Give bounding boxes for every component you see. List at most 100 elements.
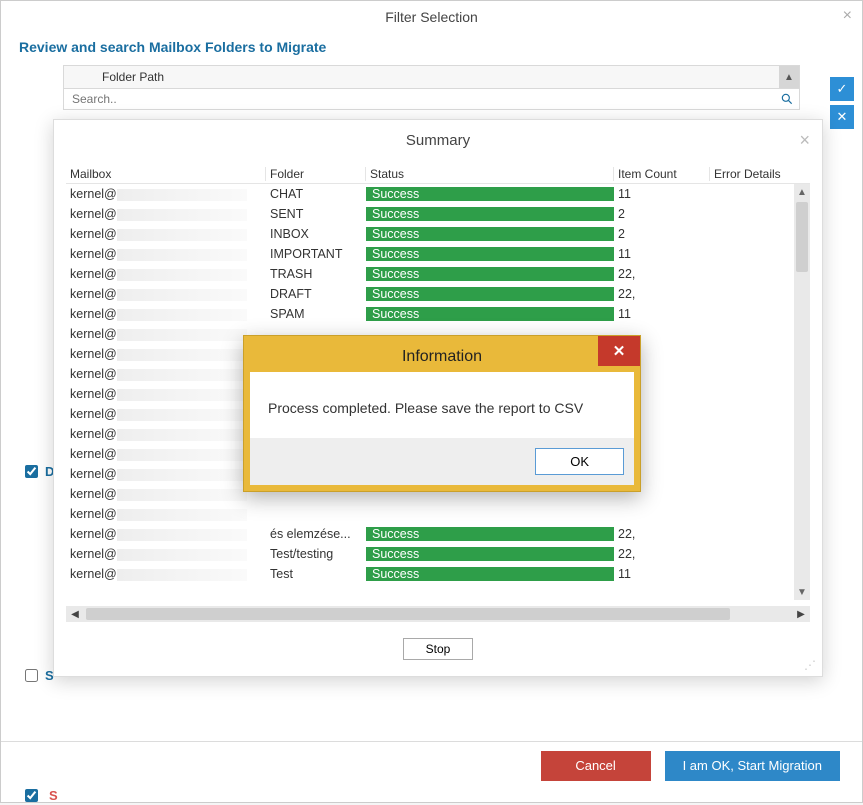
dialog-footer: Cancel I am OK, Start Migration	[1, 741, 862, 789]
cell-mailbox: kernel@	[66, 467, 266, 481]
cell-mailbox: kernel@	[66, 567, 266, 581]
cell-folder: és elemzése...	[266, 527, 366, 541]
summary-footer: Stop	[54, 622, 822, 676]
table-row[interactable]: kernel@SENTSuccess2	[66, 204, 810, 224]
cell-mailbox: kernel@	[66, 487, 266, 501]
cell-item-count: 22,	[614, 527, 710, 541]
resize-grip-icon[interactable]: ⋰	[804, 658, 816, 672]
cell-mailbox: kernel@	[66, 307, 266, 321]
close-icon[interactable]: ×	[799, 130, 810, 151]
summary-dialog-title: Summary	[406, 132, 470, 149]
column-header-mailbox[interactable]: Mailbox	[66, 167, 266, 181]
cell-item-count: 2	[614, 207, 710, 221]
table-row[interactable]: kernel@DRAFTSuccess22,	[66, 284, 810, 304]
summary-dialog-header: Summary ×	[54, 120, 822, 160]
cell-mailbox: kernel@	[66, 247, 266, 261]
cell-mailbox: kernel@	[66, 427, 266, 441]
table-row[interactable]: kernel@és elemzése...Success22,	[66, 524, 810, 544]
table-row[interactable]: kernel@SPAMSuccess11	[66, 304, 810, 324]
search-input[interactable]	[64, 89, 775, 109]
scrollbar-thumb[interactable]	[796, 202, 808, 272]
cell-folder: Test/testing	[266, 547, 366, 561]
close-icon[interactable]: ×	[843, 7, 852, 25]
information-message: Process completed. Please save the repor…	[268, 400, 583, 416]
cell-item-count: 11	[614, 187, 710, 201]
table-row[interactable]: kernel@CHATSuccess11	[66, 184, 810, 204]
folder-path-column-header[interactable]: Folder Path	[64, 70, 779, 84]
cell-status: Success	[366, 227, 614, 241]
check-all-icon[interactable]: ✓	[830, 77, 854, 101]
column-header-folder[interactable]: Folder	[266, 167, 366, 181]
review-title: Review and search Mailbox Folders to Mig…	[1, 33, 862, 65]
column-header-status[interactable]: Status	[366, 167, 614, 181]
cell-item-count: 2	[614, 227, 710, 241]
triangle-up-icon[interactable]: ▲	[779, 66, 799, 88]
table-row[interactable]: kernel@INBOXSuccess2	[66, 224, 810, 244]
cell-mailbox: kernel@	[66, 367, 266, 381]
scroll-left-icon[interactable]: ◀	[66, 606, 84, 622]
stop-button[interactable]: Stop	[403, 638, 474, 660]
cell-item-count: 11	[614, 247, 710, 261]
status-badge: Success	[366, 307, 614, 321]
folder-grid-header: Folder Path ▲	[63, 65, 800, 88]
cell-mailbox: kernel@	[66, 327, 266, 341]
information-dialog-footer: OK	[250, 438, 634, 485]
checkbox[interactable]	[25, 669, 38, 682]
filter-dialog-title: Filter Selection	[385, 9, 478, 25]
column-header-item-count[interactable]: Item Count	[614, 167, 710, 181]
ok-button[interactable]: OK	[535, 448, 624, 475]
cell-item-count: 22,	[614, 547, 710, 561]
summary-table-header-row: Mailbox Folder Status Item Count Error D…	[66, 164, 810, 184]
cell-status: Success	[366, 207, 614, 221]
close-icon[interactable]: ✕	[598, 336, 640, 366]
scroll-right-icon[interactable]: ▶	[792, 606, 810, 622]
checkbox[interactable]	[25, 789, 38, 802]
cell-mailbox: kernel@	[66, 387, 266, 401]
cell-folder: IMPORTANT	[266, 247, 366, 261]
cell-item-count: 22,	[614, 267, 710, 281]
clear-all-icon[interactable]: ✕	[830, 105, 854, 129]
cell-mailbox: kernel@	[66, 527, 266, 541]
scroll-up-icon[interactable]: ▲	[794, 184, 810, 200]
cell-status: Success	[366, 567, 614, 581]
scroll-down-icon[interactable]: ▼	[794, 584, 810, 600]
option-label: S	[49, 788, 349, 803]
status-badge: Success	[366, 247, 614, 261]
option-checkbox-s[interactable]: S	[21, 666, 54, 685]
cell-status: Success	[366, 527, 614, 541]
cell-status: Success	[366, 307, 614, 321]
vertical-scrollbar[interactable]: ▲ ▼	[794, 184, 810, 600]
table-row[interactable]: kernel@IMPORTANTSuccess11	[66, 244, 810, 264]
cell-mailbox: kernel@	[66, 287, 266, 301]
search-icon[interactable]	[775, 92, 799, 106]
scrollbar-thumb[interactable]	[86, 608, 730, 620]
table-row[interactable]: kernel@Test/testingSuccess22,	[66, 544, 810, 564]
right-action-badges: ✓ ✕	[830, 77, 854, 129]
table-row[interactable]: kernel@TestSuccess11	[66, 564, 810, 584]
information-dialog-body: Process completed. Please save the repor…	[250, 372, 634, 438]
checkbox[interactable]	[25, 465, 38, 478]
folder-search-row	[63, 88, 800, 110]
status-badge: Success	[366, 567, 614, 581]
cell-folder: TRASH	[266, 267, 366, 281]
cell-status: Success	[366, 267, 614, 281]
table-row[interactable]: kernel@	[66, 504, 810, 524]
column-header-error[interactable]: Error Details	[710, 167, 810, 181]
cell-mailbox: kernel@	[66, 407, 266, 421]
table-row[interactable]: kernel@TRASHSuccess22,	[66, 264, 810, 284]
cell-status: Success	[366, 547, 614, 561]
cell-mailbox: kernel@	[66, 507, 266, 521]
cell-status: Success	[366, 247, 614, 261]
cell-mailbox: kernel@	[66, 547, 266, 561]
cancel-button[interactable]: Cancel	[541, 751, 651, 781]
information-dialog-header: Information ✕	[250, 342, 634, 372]
start-migration-button[interactable]: I am OK, Start Migration	[665, 751, 840, 781]
information-dialog-title: Information	[402, 348, 482, 366]
option-checkbox-d[interactable]: D	[21, 462, 54, 481]
cell-item-count: 22,	[614, 287, 710, 301]
horizontal-scrollbar[interactable]: ◀ ▶	[66, 606, 810, 622]
status-badge: Success	[366, 187, 614, 201]
filter-dialog-header: Filter Selection ×	[1, 1, 862, 33]
cell-folder: CHAT	[266, 187, 366, 201]
cell-folder: SPAM	[266, 307, 366, 321]
